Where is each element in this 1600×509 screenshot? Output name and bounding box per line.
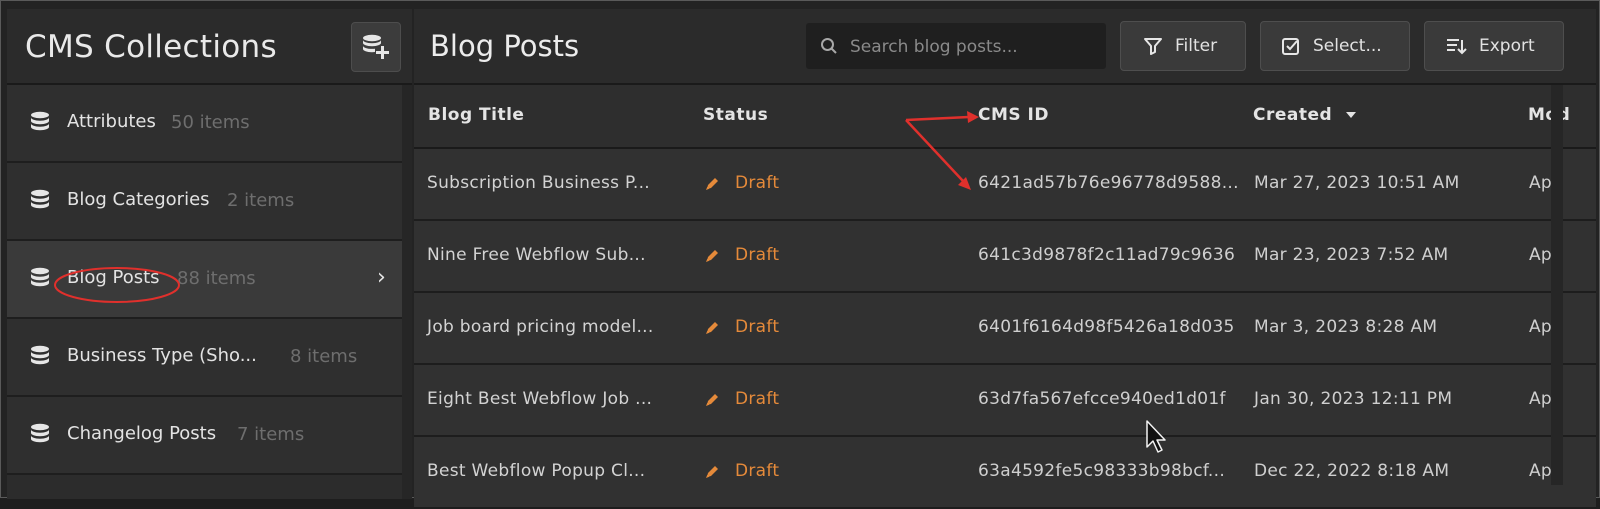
column-header-status[interactable]: Status [703, 105, 768, 125]
sidebar-scrollbar[interactable] [402, 85, 412, 499]
cell-cms-id: 6401f6164d98f5426a18d035 [978, 317, 1235, 337]
column-header-modified[interactable]: Mod [1528, 105, 1570, 125]
table-row[interactable]: Best Webflow Popup Cl... Draft 63a4592fe… [414, 437, 1596, 509]
search-input[interactable] [848, 31, 1102, 63]
sidebar-item-blog-posts[interactable]: Blog Posts 88 items › [7, 241, 402, 319]
main-panel: Blog Posts Filter Select... Export Blog … [414, 9, 1596, 509]
sidebar-item-count: 50 items [171, 112, 250, 133]
sidebar-item-business-type[interactable]: Business Type (Sho... 8 items [7, 319, 402, 397]
table-body: Subscription Business P... Draft 6421ad5… [414, 149, 1596, 509]
pencil-icon [706, 466, 718, 478]
sidebar-item-label: Attributes [67, 111, 156, 132]
database-icon [31, 267, 49, 287]
collection-list: Attributes 50 items Blog Categories 2 it… [7, 85, 402, 475]
app-window: CMS Collections Attributes 50 items Blog… [0, 0, 1600, 509]
toolbar: Blog Posts Filter Select... Export [414, 9, 1596, 85]
pencil-icon [706, 250, 718, 262]
cell-status: Draft [735, 389, 780, 409]
filter-button-label: Filter [1175, 36, 1218, 56]
select-button[interactable]: Select... [1260, 21, 1410, 71]
table-row[interactable]: Eight Best Webflow Job ... Draft 63d7fa5… [414, 365, 1596, 437]
cell-cms-id: 641c3d9878f2c11ad79c9636 [978, 245, 1236, 265]
column-header-created-label: Created [1253, 105, 1333, 125]
cell-status: Draft [735, 317, 780, 337]
table-header: Blog Title Status CMS ID Created Mod [414, 85, 1596, 149]
sidebar-item-count: 88 items [177, 268, 256, 289]
cell-status: Draft [735, 461, 780, 481]
database-icon [31, 345, 49, 365]
table-row[interactable]: Subscription Business P... Draft 6421ad5… [414, 149, 1596, 221]
select-button-label: Select... [1313, 36, 1382, 56]
cell-blog-title: Subscription Business P... [427, 173, 651, 193]
cell-blog-title: Job board pricing model... [427, 317, 654, 337]
cell-created: Jan 30, 2023 12:11 PM [1254, 389, 1453, 409]
column-header-blog-title[interactable]: Blog Title [428, 105, 524, 125]
cell-cms-id: 63d7fa567efcce940ed1d01f [978, 389, 1226, 409]
sidebar-item-attributes[interactable]: Attributes 50 items [7, 85, 402, 163]
pencil-icon [706, 178, 718, 190]
column-header-created[interactable]: Created [1253, 105, 1357, 125]
cell-cms-id: 6421ad57b76e96778d9588... [978, 173, 1239, 193]
cell-blog-title: Nine Free Webflow Sub... [427, 245, 646, 265]
sidebar-item-label: Business Type (Sho... [67, 345, 257, 366]
checkbox-icon [1282, 38, 1299, 55]
sidebar-item-label: Blog Posts [67, 267, 160, 288]
cell-blog-title: Best Webflow Popup Cl... [427, 461, 646, 481]
sidebar-item-label: Blog Categories [67, 189, 210, 210]
collections-sidebar: CMS Collections Attributes 50 items Blog… [7, 9, 412, 499]
column-header-cms-id[interactable]: CMS ID [978, 105, 1049, 125]
pencil-icon [706, 322, 718, 334]
sidebar-header: CMS Collections [7, 9, 412, 85]
database-icon [31, 189, 49, 209]
add-collection-button[interactable] [351, 22, 401, 72]
add-database-icon [363, 34, 389, 59]
database-icon [31, 111, 49, 131]
cell-status: Draft [735, 173, 780, 193]
table-row[interactable]: Job board pricing model... Draft 6401f61… [414, 293, 1596, 365]
search-box [806, 23, 1106, 69]
filter-button[interactable]: Filter [1120, 21, 1246, 71]
page-title: Blog Posts [430, 29, 580, 63]
search-icon [821, 38, 837, 54]
export-icon [1447, 39, 1467, 55]
sidebar-title: CMS Collections [25, 29, 277, 65]
table-scrollbar[interactable] [1551, 85, 1563, 485]
sidebar-item-blog-categories[interactable]: Blog Categories 2 items [7, 163, 402, 241]
filter-icon [1144, 38, 1162, 55]
cell-cms-id: 63a4592fe5c98333b98bcf... [978, 461, 1226, 481]
cell-created: Mar 23, 2023 7:52 AM [1254, 245, 1449, 265]
sidebar-item-count: 7 items [237, 424, 305, 445]
chevron-right-icon: › [377, 265, 386, 290]
cell-blog-title: Eight Best Webflow Job ... [427, 389, 653, 409]
cell-created: Mar 3, 2023 8:28 AM [1254, 317, 1438, 337]
cell-created: Mar 27, 2023 10:51 AM [1254, 173, 1460, 193]
table-row[interactable]: Nine Free Webflow Sub... Draft 641c3d987… [414, 221, 1596, 293]
cell-status: Draft [735, 245, 780, 265]
export-button[interactable]: Export [1424, 21, 1564, 71]
export-button-label: Export [1479, 36, 1535, 56]
sidebar-item-label: Changelog Posts [67, 423, 217, 444]
database-icon [31, 423, 49, 443]
pencil-icon [706, 394, 718, 406]
sidebar-item-count: 2 items [227, 190, 295, 211]
cell-created: Dec 22, 2022 8:18 AM [1254, 461, 1450, 481]
sort-desc-icon [1345, 112, 1356, 118]
sidebar-item-changelog-posts[interactable]: Changelog Posts 7 items [7, 397, 402, 475]
sidebar-item-count: 8 items [290, 346, 358, 367]
